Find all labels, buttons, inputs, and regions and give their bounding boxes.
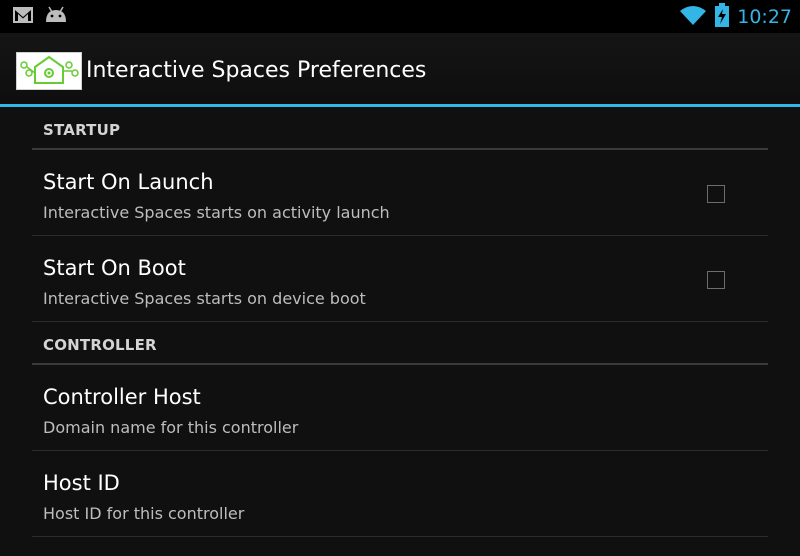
pref-controller-host[interactable]: Controller Host Domain name for this con…	[32, 365, 768, 451]
android-icon	[44, 6, 68, 28]
pref-title: Host ID	[43, 471, 120, 495]
pref-title: Controller Host	[43, 385, 201, 409]
pref-summary: Interactive Spaces starts on activity la…	[43, 203, 390, 222]
wifi-icon	[679, 4, 707, 30]
status-bar: 10:27	[0, 0, 800, 33]
category-header-startup: STARTUP	[32, 107, 768, 150]
start-on-boot-checkbox[interactable]	[707, 271, 725, 289]
page-title: Interactive Spaces Preferences	[86, 58, 427, 83]
pref-summary: Host ID for this controller	[43, 504, 245, 523]
preferences-list: STARTUP Start On Launch Interactive Spac…	[32, 107, 768, 537]
category-header-controller: CONTROLLER	[32, 322, 768, 365]
pref-title: Start On Boot	[43, 256, 186, 280]
gmail-icon	[12, 6, 34, 28]
app-logo-icon[interactable]	[16, 52, 82, 90]
start-on-launch-checkbox[interactable]	[707, 185, 725, 203]
pref-title: Start On Launch	[43, 170, 214, 194]
pref-start-on-boot[interactable]: Start On Boot Interactive Spaces starts …	[32, 236, 768, 322]
battery-charging-icon	[715, 3, 730, 31]
pref-summary: Interactive Spaces starts on device boot	[43, 289, 366, 308]
category-label: STARTUP	[43, 121, 121, 139]
clock: 10:27	[737, 6, 792, 28]
pref-summary: Domain name for this controller	[43, 418, 299, 437]
pref-host-id[interactable]: Host ID Host ID for this controller	[32, 451, 768, 537]
action-bar: Interactive Spaces Preferences	[0, 33, 800, 107]
category-label: CONTROLLER	[43, 336, 157, 354]
pref-start-on-launch[interactable]: Start On Launch Interactive Spaces start…	[32, 150, 768, 236]
